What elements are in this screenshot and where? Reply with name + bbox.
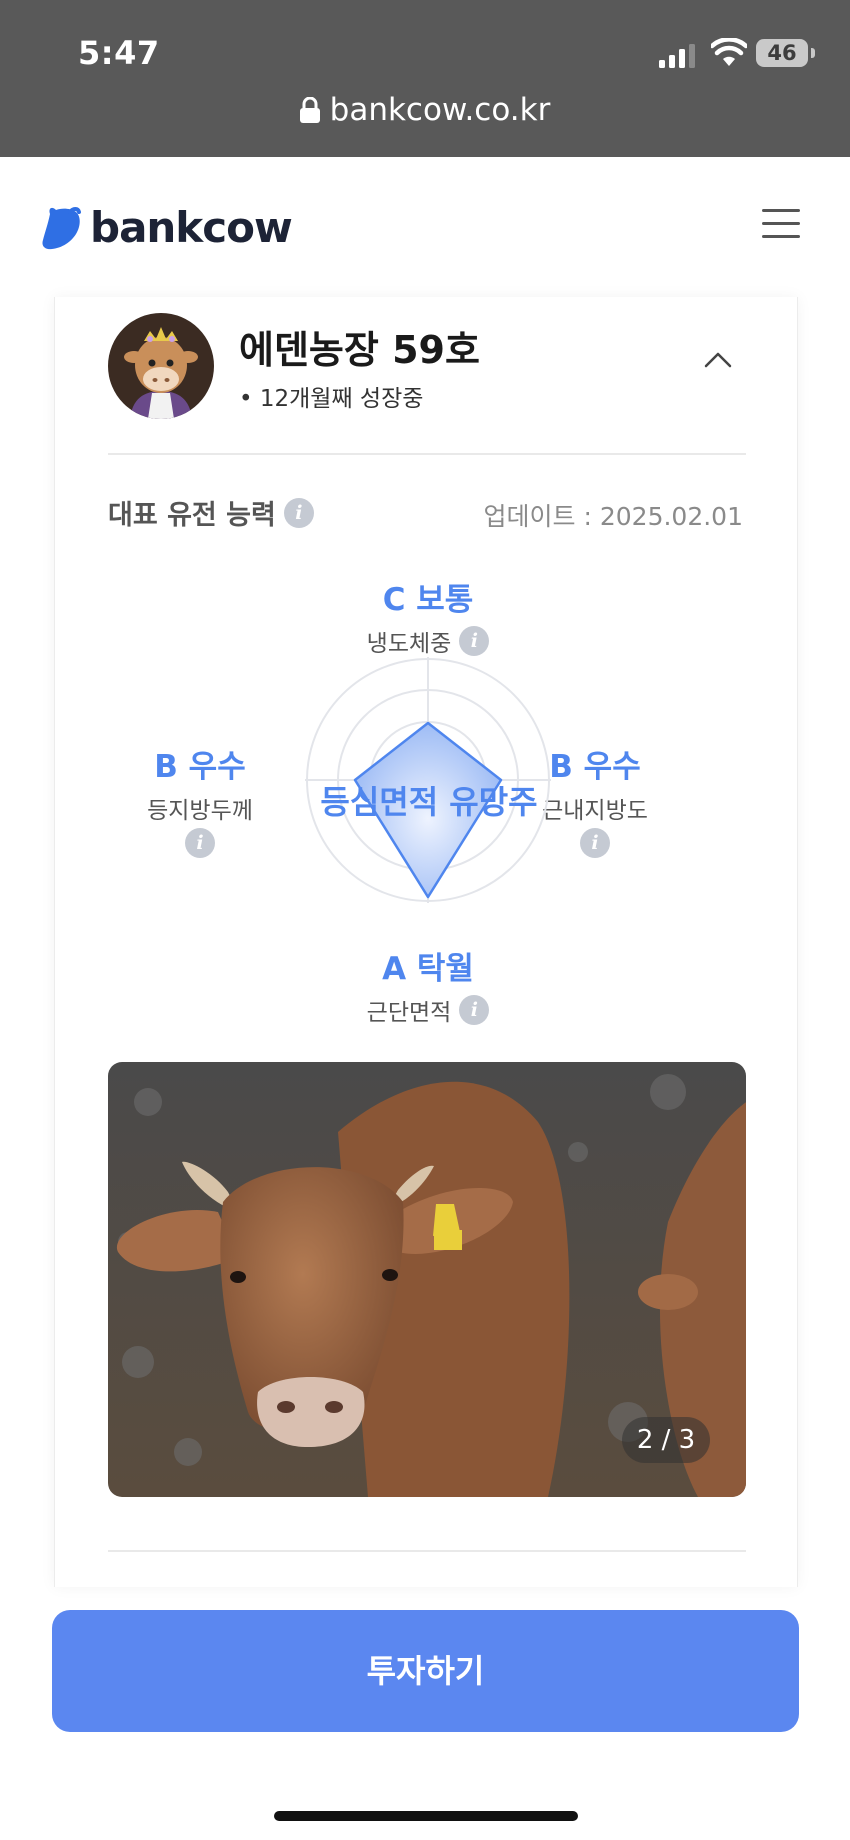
trait-bottom: 근단면적 i [293,993,563,1027]
info-icon[interactable]: i [283,497,314,528]
info-icon[interactable]: i [459,995,490,1025]
cow-character-image [108,313,214,419]
trait-top-label: 냉도체중 [366,631,452,657]
cattle-name: 에덴농장 59호 [239,328,480,372]
menu-line-icon [762,209,800,212]
url-text: bankcow.co.kr [329,92,551,128]
cattle-avatar [108,313,214,419]
menu-line-icon [762,222,800,225]
invest-button[interactable]: 투자하기 [52,1610,799,1732]
trait-top: 냉도체중 i [293,624,563,658]
info-icon[interactable]: i [185,828,215,858]
lock-icon [299,97,320,123]
status-time: 5:47 [78,34,160,72]
trait-left-label: 등지방두께 [147,798,253,824]
card-divider [108,1550,746,1552]
battery-indicator: 46 [756,39,815,67]
wifi-icon [711,38,747,66]
info-icon[interactable]: i [459,626,490,656]
cattle-photo-carousel[interactable]: 2 / 3 [108,1062,746,1497]
cellular-signal-icon [659,44,695,68]
photo-counter: 2 / 3 [622,1417,710,1463]
site-header: bankcow [0,157,850,297]
bankcow-logo[interactable]: bankcow [40,203,293,252]
grade-left: B 우수 [154,749,246,785]
trait-bottom-label: 근단면적 [366,1000,452,1026]
chevron-up-icon[interactable] [703,349,733,369]
browser-top-bar: 5:47 46 bankcow.co.kr [0,0,850,157]
grade-bottom: A 탁월 [382,951,474,987]
update-date: 업데이트 : 2025.02.01 [483,502,743,531]
screen: 5:47 46 bankcow.co.kr bankcow 에덴농장 59호 •… [0,0,850,1840]
hamburger-menu-button[interactable] [762,209,800,239]
address-bar[interactable]: bankcow.co.kr [0,92,850,128]
trait-left: 등지방두께 [115,791,285,825]
genetics-section-title: 대표 유전 능력 i [108,493,314,532]
logo-text: bankcow [90,203,293,252]
card-divider [108,453,746,455]
cattle-growth-status: • 12개월째 성장중 [239,386,424,412]
grade-top: C 보통 [382,582,474,618]
bankcow-logo-icon [42,206,81,249]
info-icon[interactable]: i [580,828,610,858]
menu-line-icon [762,235,800,238]
radar-center-label: 등심면적 유망주 [320,783,538,821]
cattle-card: 에덴농장 59호 • 12개월째 성장중 대표 유전 능력 i 업데이트 : 2… [54,297,798,1587]
home-indicator[interactable] [274,1811,578,1821]
genetics-title-text: 대표 유전 능력 [108,500,276,531]
